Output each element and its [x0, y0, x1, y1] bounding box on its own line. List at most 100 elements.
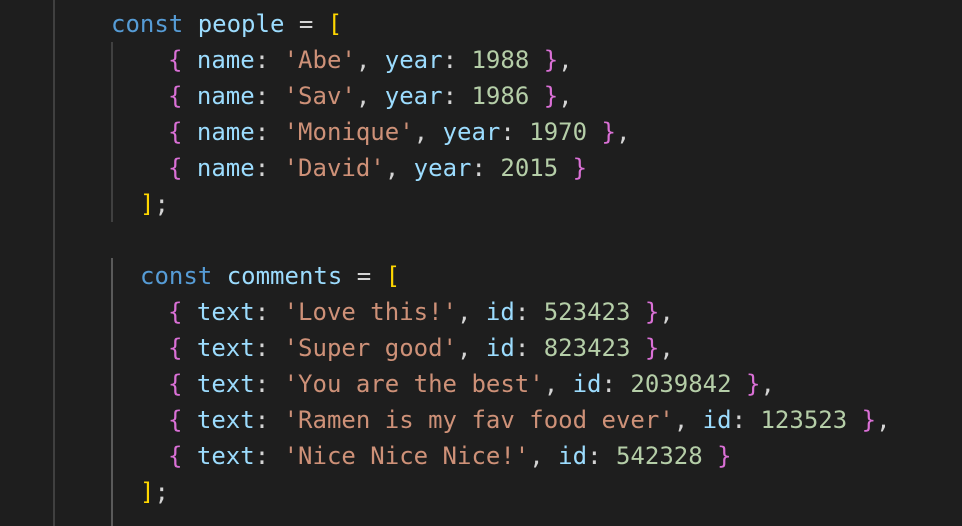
colon: :	[254, 46, 284, 74]
comma: ,	[384, 154, 414, 182]
object-open-brace: {	[168, 82, 183, 110]
string-value: 'Nice Nice Nice!'	[283, 442, 530, 470]
string-value: 'Super good'	[283, 334, 457, 362]
comma: ,	[355, 82, 385, 110]
colon: :	[731, 406, 761, 434]
colon: :	[442, 46, 472, 74]
property-key: year	[384, 46, 443, 74]
array-close-bracket: ]	[140, 190, 155, 218]
number-value: 1970	[529, 118, 588, 146]
number-value: 823423	[543, 334, 631, 362]
number-value: 1986	[471, 82, 530, 110]
object-open-brace: {	[168, 118, 183, 146]
string-value: 'Sav'	[283, 82, 356, 110]
property-key: text	[196, 334, 255, 362]
string-value: 'Love this!'	[283, 298, 457, 326]
semicolon: ;	[154, 478, 169, 506]
colon: :	[254, 118, 284, 146]
property-key: name	[196, 154, 255, 182]
number-value: 523423	[543, 298, 631, 326]
colon: :	[500, 118, 530, 146]
const-keyword: const	[140, 262, 213, 290]
property-key: name	[196, 118, 255, 146]
colon: :	[514, 298, 544, 326]
trailing-comma: ,	[615, 118, 631, 146]
array-close-bracket: ]	[140, 478, 155, 506]
trailing-comma: ,	[659, 334, 674, 362]
object-open-brace: {	[168, 370, 183, 398]
assign-operator: =	[356, 262, 372, 290]
indent-guide-active	[111, 258, 113, 526]
property-key: year	[442, 118, 501, 146]
trailing-comma: ,	[876, 406, 891, 434]
object-close-brace: }	[746, 370, 761, 398]
colon: :	[254, 370, 284, 398]
object-close-brace: }	[543, 82, 559, 110]
string-value: 'Abe'	[283, 46, 356, 74]
number-value: 2039842	[630, 370, 732, 398]
code-line-object: { name: 'David', year: 2015 }	[168, 150, 587, 186]
number-value: 2015	[500, 154, 559, 182]
string-value: 'You are the best'	[283, 370, 544, 398]
number-value: 542328	[615, 442, 703, 470]
property-key: name	[196, 46, 255, 74]
colon: :	[471, 154, 501, 182]
object-open-brace: {	[168, 298, 183, 326]
array-open-bracket: [	[327, 10, 343, 38]
property-key: id	[558, 442, 588, 470]
property-key: text	[196, 370, 255, 398]
object-open-brace: {	[168, 334, 183, 362]
indent-guide	[53, 0, 55, 526]
colon: :	[442, 82, 472, 110]
property-key: text	[196, 442, 255, 470]
trailing-comma: ,	[558, 46, 573, 74]
code-line-object: { text: 'Love this!', id: 523423 },	[168, 294, 674, 330]
string-value: 'Monique'	[283, 118, 414, 146]
colon: :	[254, 334, 284, 362]
property-key: id	[572, 370, 602, 398]
comma: ,	[355, 46, 385, 74]
code-editor[interactable]: const people = [{ name: 'Abe', year: 198…	[0, 0, 962, 526]
property-key: text	[196, 298, 255, 326]
object-open-brace: {	[168, 154, 183, 182]
colon: :	[254, 406, 284, 434]
object-open-brace: {	[168, 46, 183, 74]
colon: :	[254, 154, 284, 182]
property-key: year	[413, 154, 472, 182]
number-value: 1988	[471, 46, 530, 74]
trailing-comma: ,	[760, 370, 775, 398]
trailing-comma: ,	[659, 298, 674, 326]
object-close-brace: }	[644, 298, 660, 326]
code-line-declaration: const comments = [	[140, 258, 400, 294]
object-close-brace: }	[861, 406, 877, 434]
comma: ,	[543, 370, 573, 398]
colon: :	[254, 442, 284, 470]
comma: ,	[457, 298, 486, 326]
property-key: text	[196, 406, 255, 434]
property-key: id	[702, 406, 732, 434]
code-line-object: { name: 'Monique', year: 1970 },	[168, 114, 630, 150]
string-value: 'David'	[283, 154, 385, 182]
comma: ,	[413, 118, 443, 146]
property-key: id	[485, 298, 515, 326]
code-line-object: { text: 'You are the best', id: 2039842 …	[168, 366, 775, 402]
object-close-brace: }	[572, 154, 588, 182]
number-value: 123523	[760, 406, 848, 434]
comma: ,	[673, 406, 703, 434]
